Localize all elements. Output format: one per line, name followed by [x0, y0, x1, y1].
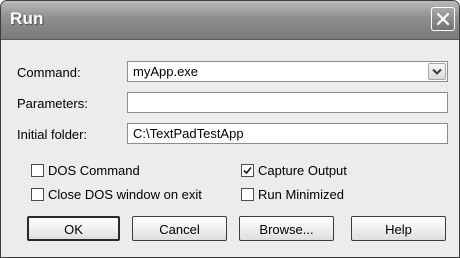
close-dos-window-option[interactable]: Close DOS window on exit — [31, 186, 202, 202]
close-dos-window-label: Close DOS window on exit — [48, 186, 202, 202]
close-icon — [436, 12, 450, 26]
capture-output-checkbox[interactable] — [241, 163, 254, 177]
dos-command-option[interactable]: DOS Command — [31, 162, 140, 178]
ok-button[interactable]: OK — [27, 216, 120, 241]
run-minimized-option[interactable]: Run Minimized — [241, 186, 344, 202]
close-button[interactable] — [431, 7, 455, 31]
run-dialog: Run Command: myApp.exe Parameters: Initi… — [0, 0, 460, 258]
command-label: Command: — [17, 65, 81, 80]
chevron-down-icon — [432, 68, 442, 75]
command-dropdown-button[interactable] — [428, 63, 446, 80]
command-combobox[interactable]: myApp.exe — [127, 61, 448, 82]
dialog-body: Command: myApp.exe Parameters: Initial f… — [5, 40, 453, 253]
parameters-label: Parameters: — [17, 96, 88, 111]
cancel-button[interactable]: Cancel — [132, 216, 227, 241]
title-bar[interactable]: Run — [1, 1, 459, 40]
run-minimized-checkbox[interactable] — [241, 187, 254, 201]
initial-folder-label: Initial folder: — [17, 127, 88, 142]
window-title: Run — [10, 9, 44, 28]
capture-output-option[interactable]: Capture Output — [241, 162, 347, 178]
initial-folder-field[interactable]: C:\TextPadTestApp — [127, 123, 448, 144]
capture-output-label: Capture Output — [258, 162, 347, 178]
run-minimized-label: Run Minimized — [258, 186, 344, 202]
browse-button[interactable]: Browse... — [239, 216, 334, 241]
close-dos-window-checkbox[interactable] — [31, 187, 44, 201]
dos-command-checkbox[interactable] — [31, 163, 44, 177]
dos-command-label: DOS Command — [48, 162, 140, 178]
checkmark-icon — [243, 166, 252, 174]
parameters-field[interactable] — [127, 92, 448, 113]
help-button[interactable]: Help — [351, 216, 446, 241]
command-value: myApp.exe — [133, 64, 199, 79]
